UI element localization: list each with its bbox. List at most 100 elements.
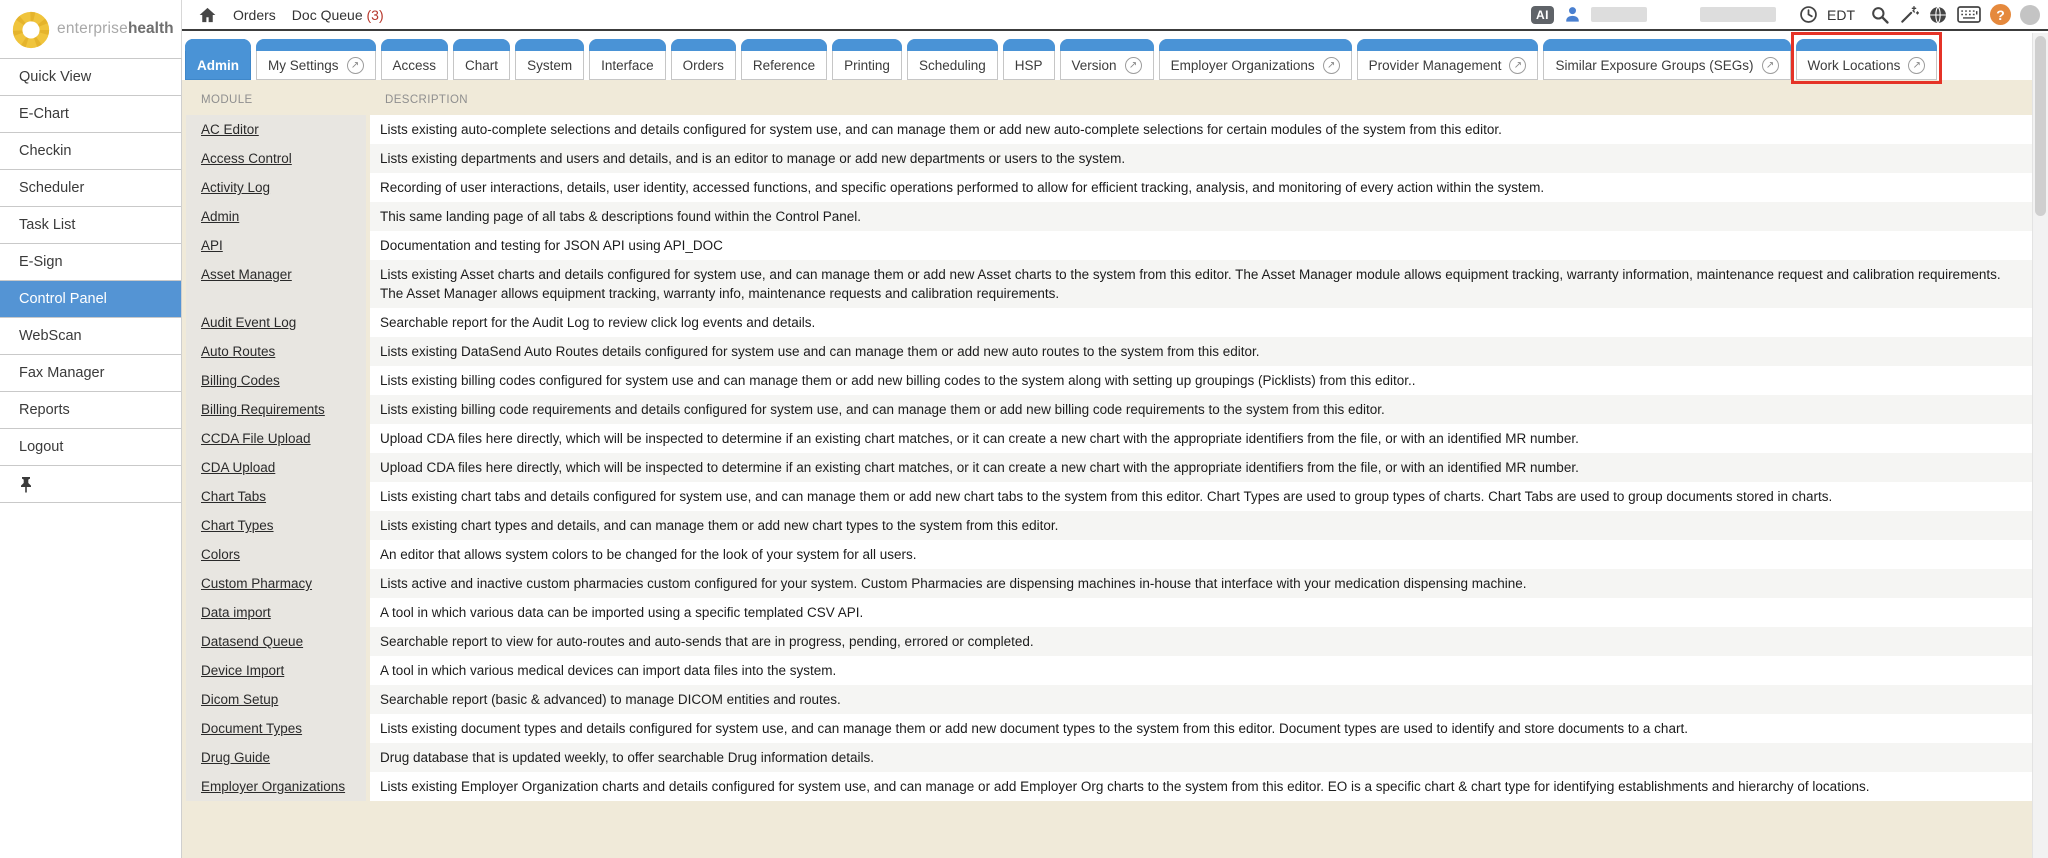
table-row: API Documentation and testing for JSON AP…: [186, 231, 2032, 260]
tab-admin[interactable]: Admin: [185, 39, 251, 80]
tab-provider-management[interactable]: Provider Management↗: [1357, 39, 1539, 80]
module-link-device-import[interactable]: Device Import: [201, 663, 284, 678]
globe-icon[interactable]: [1928, 5, 1948, 25]
sidebar-item-e-sign[interactable]: E-Sign: [0, 244, 181, 281]
doc-queue-label: Doc Queue: [292, 7, 363, 23]
table-row: Data importA tool in which various data …: [186, 598, 2032, 627]
tab-version[interactable]: Version↗: [1060, 39, 1154, 80]
tab-label: Reference: [753, 58, 815, 73]
description-cell: A tool in which various medical devices …: [370, 656, 2032, 685]
clock-icon[interactable]: [1799, 5, 1818, 24]
vertical-scrollbar[interactable]: [2032, 33, 2048, 858]
module-link-chart-tabs[interactable]: Chart Tabs: [201, 489, 266, 504]
sidebar-item-logout[interactable]: Logout: [0, 429, 181, 466]
magic-wand-icon[interactable]: [1899, 5, 1919, 25]
tab-work-locations[interactable]: Work Locations↗: [1796, 39, 1938, 80]
module-cell: Chart Types: [186, 511, 370, 540]
module-link-billing-codes[interactable]: Billing Codes: [201, 373, 280, 388]
module-table: MODULE DESCRIPTION AC EditorLists existi…: [186, 94, 2032, 801]
keyboard-icon[interactable]: [1957, 5, 1981, 24]
user-icon[interactable]: [1563, 5, 1582, 24]
tab-orders[interactable]: Orders: [671, 39, 736, 80]
tab-chart[interactable]: Chart: [453, 39, 510, 80]
sidebar-item-fax-manager[interactable]: Fax Manager: [0, 355, 181, 392]
module-link-employer-organizations[interactable]: Employer Organizations: [201, 779, 345, 794]
module-link-dicom-setup[interactable]: Dicom Setup: [201, 692, 278, 707]
brand-name-bold: health: [128, 20, 174, 37]
topnav-orders-link[interactable]: Orders: [233, 7, 276, 23]
module-link-colors[interactable]: Colors: [201, 547, 240, 562]
home-icon[interactable]: [198, 6, 217, 24]
module-link-chart-types[interactable]: Chart Types: [201, 518, 274, 533]
module-cell: CCDA File Upload: [186, 424, 370, 453]
module-cell: API: [186, 231, 370, 260]
tab-label: Similar Exposure Groups (SEGs): [1555, 58, 1753, 73]
table-row: AC EditorLists existing auto-complete se…: [186, 115, 2032, 144]
tab-label: HSP: [1015, 58, 1043, 73]
module-link-cda-upload[interactable]: CDA Upload: [201, 460, 275, 475]
module-link-billing-requirements[interactable]: Billing Requirements: [201, 402, 325, 417]
description-cell: This same landing page of all tabs & des…: [370, 202, 2032, 231]
table-row: CCDA File Upload Upload CDA files here di…: [186, 424, 2032, 453]
tab-system[interactable]: System: [515, 39, 584, 80]
module-link-activity-log[interactable]: Activity Log: [201, 180, 270, 195]
module-link-api[interactable]: API: [201, 238, 223, 253]
tab-reference[interactable]: Reference: [741, 39, 827, 80]
ai-badge[interactable]: AI: [1531, 6, 1554, 24]
search-icon[interactable]: [1870, 5, 1890, 25]
description-cell: Documentation and testing for JSON API u…: [370, 231, 2032, 260]
tab-printing[interactable]: Printing: [832, 39, 902, 80]
scrollbar-thumb[interactable]: [2035, 36, 2046, 216]
module-link-drug-guide[interactable]: Drug Guide: [201, 750, 270, 765]
module-cell: Dicom Setup: [186, 685, 370, 714]
module-link-asset-manager[interactable]: Asset Manager: [201, 267, 292, 282]
topnav-doc-queue-link[interactable]: Doc Queue (3): [292, 7, 384, 23]
tab-scheduling[interactable]: Scheduling: [907, 39, 998, 80]
tab-label: Interface: [601, 58, 654, 73]
module-cell: Device Import: [186, 656, 370, 685]
module-link-audit-event-log[interactable]: Audit Event Log: [201, 315, 296, 330]
avatar-placeholder[interactable]: [2020, 5, 2040, 25]
sidebar-item-checkin[interactable]: Checkin: [0, 133, 181, 170]
tab-my-settings[interactable]: My Settings↗: [256, 39, 376, 80]
sidebar-item-control-panel[interactable]: Control Panel: [0, 281, 181, 318]
table-row: Custom PharmacyLists active and inactive…: [186, 569, 2032, 598]
module-link-access-control[interactable]: Access Control: [201, 151, 292, 166]
tab-employer-organizations[interactable]: Employer Organizations↗: [1159, 39, 1352, 80]
module-link-ac-editor[interactable]: AC Editor: [201, 122, 259, 137]
tab-label: Provider Management: [1369, 58, 1502, 73]
doc-queue-count: (3): [367, 7, 384, 23]
module-link-datasend-queue[interactable]: Datasend Queue: [201, 634, 303, 649]
sidebar-item-task-list[interactable]: Task List: [0, 207, 181, 244]
tab-access[interactable]: Access: [381, 39, 449, 80]
module-cell: Datasend Queue: [186, 627, 370, 656]
sidebar-item-scheduler[interactable]: Scheduler: [0, 170, 181, 207]
sidebar-item-reports[interactable]: Reports: [0, 392, 181, 429]
sidebar-pin-button[interactable]: [0, 466, 181, 503]
module-link-custom-pharmacy[interactable]: Custom Pharmacy: [201, 576, 312, 591]
sidebar-item-quick-view[interactable]: Quick View: [0, 59, 181, 96]
tab-interface[interactable]: Interface: [589, 39, 666, 80]
description-cell: Lists existing billing codes configured …: [370, 366, 2032, 395]
module-link-admin[interactable]: Admin: [201, 209, 239, 224]
pin-icon: [19, 476, 33, 493]
external-link-icon: ↗: [1908, 57, 1925, 74]
table-row: Datasend QueueSearchable report to view …: [186, 627, 2032, 656]
module-link-auto-routes[interactable]: Auto Routes: [201, 344, 275, 359]
sidebar-item-webscan[interactable]: WebScan: [0, 318, 181, 355]
description-cell: Searchable report (basic & advanced) to …: [370, 685, 2032, 714]
external-link-icon: ↗: [1762, 57, 1779, 74]
module-link-document-types[interactable]: Document Types: [201, 721, 302, 736]
table-row: Drug GuideDrug database that is updated …: [186, 743, 2032, 772]
help-icon[interactable]: ?: [1990, 4, 2011, 25]
module-link-ccda-file-upload[interactable]: CCDA File Upload: [201, 431, 311, 446]
tab-hsp[interactable]: HSP: [1003, 39, 1055, 80]
table-row: Device Import A tool in which various med…: [186, 656, 2032, 685]
sidebar-item-e-chart[interactable]: E-Chart: [0, 96, 181, 133]
description-cell: Upload CDA files here directly, which wi…: [370, 424, 2032, 453]
table-row: Auto RoutesLists existing DataSend Auto …: [186, 337, 2032, 366]
description-cell: Lists existing chart types and details, …: [370, 511, 2032, 540]
tab-similar-exposure-groups-segs[interactable]: Similar Exposure Groups (SEGs) ↗: [1543, 39, 1790, 80]
module-link-data-import[interactable]: Data import: [201, 605, 271, 620]
description-cell: Lists existing Employer Organization cha…: [370, 772, 2032, 801]
